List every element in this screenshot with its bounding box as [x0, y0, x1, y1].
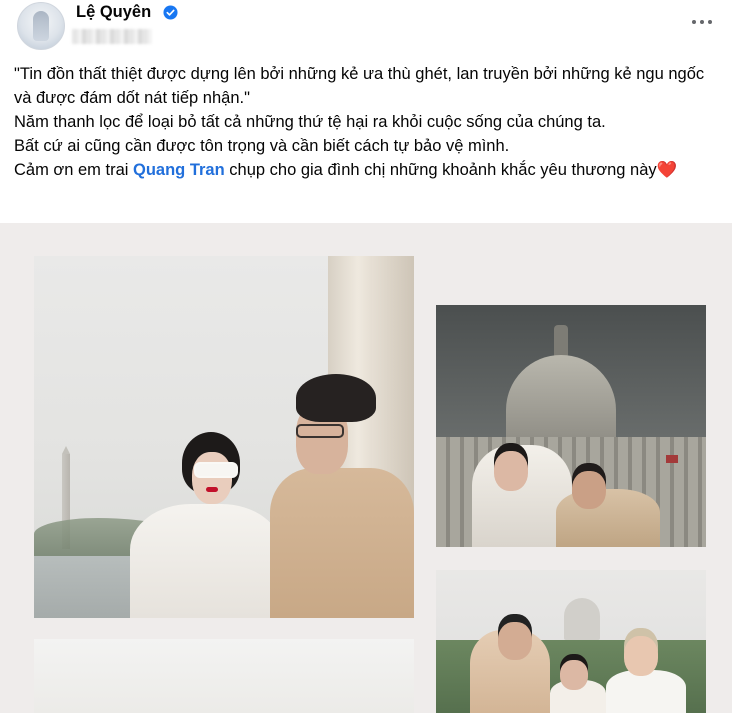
- post-line-thanks: Cảm ơn em trai Quang Tran chụp cho gia đ…: [14, 158, 724, 182]
- photo-partial[interactable]: [34, 639, 414, 713]
- verified-badge-icon: [163, 5, 178, 20]
- more-options-button[interactable]: [684, 10, 720, 34]
- post-timestamp-blurred: [72, 29, 152, 44]
- post-text: "Tin đồn thất thiệt được dựng lên bởi nh…: [14, 62, 724, 182]
- post-line: "Tin đồn thất thiệt được dựng lên bởi nh…: [14, 65, 705, 107]
- post-header: Lệ Quyên: [0, 0, 732, 56]
- post-line: Năm thanh lọc để loại bỏ tất cả những th…: [14, 113, 606, 131]
- photo-gallery: [0, 223, 732, 713]
- three-dots-icon: [692, 20, 696, 24]
- mention-link[interactable]: Quang Tran: [133, 161, 225, 179]
- photo-couple-capitol[interactable]: [436, 305, 706, 547]
- thanks-prefix: Cảm ơn em trai: [14, 161, 134, 179]
- thanks-suffix: chụp cho gia đình chị những khoảnh khắc …: [224, 161, 657, 179]
- author-name[interactable]: Lệ Quyên: [76, 3, 151, 22]
- photo-couple-monument[interactable]: [34, 256, 414, 618]
- heart-emoji-icon: ❤️: [656, 161, 678, 179]
- post-line: Bất cứ ai cũng cần được tôn trọng và cần…: [14, 137, 510, 155]
- author-avatar[interactable]: [17, 2, 65, 50]
- photo-family-street[interactable]: [436, 570, 706, 713]
